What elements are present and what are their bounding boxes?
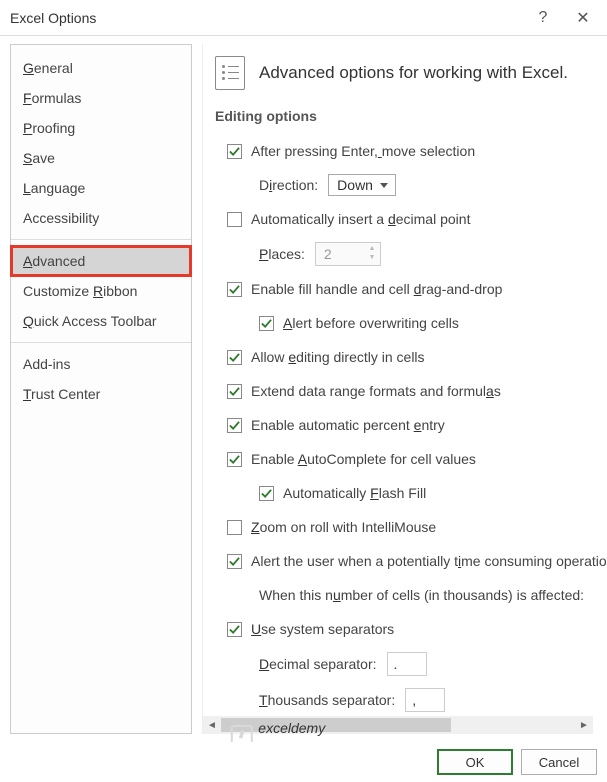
scroll-left-arrow-icon[interactable]: ◄ xyxy=(203,716,221,734)
opt-decimal-sep: Decimal separator:. xyxy=(215,652,607,676)
thousands-sep-input[interactable]: , xyxy=(405,688,445,712)
category-sidebar: GeneralFormulasProofingSaveLanguageAcces… xyxy=(10,44,192,734)
titlebar: Excel Options ? ✕ xyxy=(0,0,607,36)
checkbox[interactable] xyxy=(227,350,242,365)
opt-sys-sep: Use system separators xyxy=(215,618,607,640)
sidebar-item-save[interactable]: Save xyxy=(11,143,191,173)
decimal-sep-input[interactable]: . xyxy=(387,652,427,676)
checkbox[interactable] xyxy=(227,418,242,433)
label: Thousands separator: xyxy=(259,692,395,708)
checkbox[interactable] xyxy=(227,384,242,399)
opt-alert-overwrite: Alert before overwriting cells xyxy=(215,312,607,334)
label: Zoom on roll with IntelliMouse xyxy=(251,519,436,535)
opt-num-cells: When this number of cells (in thousands)… xyxy=(215,584,607,606)
scroll-thumb[interactable] xyxy=(221,718,451,732)
label: When this number of cells (in thousands)… xyxy=(259,587,584,603)
options-icon xyxy=(215,56,245,90)
direction-dropdown[interactable]: Down xyxy=(328,174,396,196)
opt-alert-time: Alert the user when a potentially time c… xyxy=(215,550,607,572)
dialog-footer: OK Cancel xyxy=(0,742,607,782)
checkbox[interactable] xyxy=(227,282,242,297)
scroll-right-arrow-icon[interactable]: ► xyxy=(575,716,593,734)
opt-autocomplete: Enable AutoComplete for cell values xyxy=(215,448,607,470)
horizontal-scrollbar[interactable]: ◄ ► xyxy=(203,716,593,734)
cancel-button[interactable]: Cancel xyxy=(521,749,597,775)
label: Decimal separator: xyxy=(259,656,377,672)
sidebar-separator xyxy=(11,239,191,240)
sidebar-item-add-ins[interactable]: Add-ins xyxy=(11,349,191,379)
sidebar-item-trust-center[interactable]: Trust Center xyxy=(11,379,191,409)
label: Alert before overwriting cells xyxy=(283,315,459,331)
label: Places: xyxy=(259,246,305,262)
scroll-track[interactable] xyxy=(221,716,575,734)
spin-down-icon[interactable]: ▼ xyxy=(366,254,378,263)
label: Extend data range formats and formulas xyxy=(251,383,501,399)
places-spinner[interactable]: 2▲▼ xyxy=(315,242,381,266)
spin-up-icon[interactable]: ▲ xyxy=(366,245,378,254)
sidebar-item-customize-ribbon[interactable]: Customize Ribbon xyxy=(11,276,191,306)
label: Automatically insert a decimal point xyxy=(251,211,470,227)
opt-percent-entry: Enable automatic percent entry xyxy=(215,414,607,436)
sidebar-item-advanced[interactable]: Advanced xyxy=(11,246,191,276)
checkbox[interactable] xyxy=(227,212,242,227)
sidebar-item-formulas[interactable]: Formulas xyxy=(11,83,191,113)
label: Automatically Flash Fill xyxy=(283,485,426,501)
label: Allow editing directly in cells xyxy=(251,349,425,365)
opt-extend-formats: Extend data range formats and formulas xyxy=(215,380,607,402)
section-title: Editing options xyxy=(215,108,607,126)
opt-fill-handle: Enable fill handle and cell drag-and-dro… xyxy=(215,278,607,300)
opt-thousands-sep: Thousands separator:, xyxy=(215,688,607,712)
sidebar-separator xyxy=(11,342,191,343)
close-button[interactable]: ✕ xyxy=(563,3,603,33)
checkbox[interactable] xyxy=(227,452,242,467)
label: Enable automatic percent entry xyxy=(251,417,445,433)
opt-direction: Direction: Down xyxy=(215,174,607,196)
label: Alert the user when a potentially time c… xyxy=(251,553,607,569)
opt-auto-decimal: Automatically insert a decimal point xyxy=(215,208,607,230)
ok-button[interactable]: OK xyxy=(437,749,513,775)
checkbox[interactable] xyxy=(227,520,242,535)
checkbox[interactable] xyxy=(227,622,242,637)
sidebar-item-language[interactable]: Language xyxy=(11,173,191,203)
label: After pressing Enter, move selection xyxy=(251,143,475,159)
checkbox[interactable] xyxy=(227,144,242,159)
page-heading: Advanced options for working with Excel. xyxy=(259,63,568,83)
page-header: Advanced options for working with Excel. xyxy=(215,56,607,90)
sidebar-item-accessibility[interactable]: Accessibility xyxy=(11,203,191,233)
opt-zoom-roll: Zoom on roll with IntelliMouse xyxy=(215,516,607,538)
label: Direction: xyxy=(259,177,318,193)
content-area: GeneralFormulasProofingSaveLanguageAcces… xyxy=(0,36,607,742)
checkbox[interactable] xyxy=(259,486,274,501)
main-panel: Advanced options for working with Excel.… xyxy=(202,44,607,734)
help-button[interactable]: ? xyxy=(523,3,563,33)
opt-flash-fill: Automatically Flash Fill xyxy=(215,482,607,504)
scroll-area[interactable]: Advanced options for working with Excel.… xyxy=(203,44,607,716)
sidebar-item-quick-access-toolbar[interactable]: Quick Access Toolbar xyxy=(11,306,191,336)
opt-after-enter: After pressing Enter, move selection xyxy=(215,140,607,162)
checkbox[interactable] xyxy=(259,316,274,331)
sidebar-item-proofing[interactable]: Proofing xyxy=(11,113,191,143)
sidebar-item-general[interactable]: General xyxy=(11,53,191,83)
opt-places: Places: 2▲▼ xyxy=(215,242,607,266)
dialog-title: Excel Options xyxy=(10,10,523,26)
label: Use system separators xyxy=(251,621,394,637)
opt-allow-edit: Allow editing directly in cells xyxy=(215,346,607,368)
label: Enable AutoComplete for cell values xyxy=(251,451,476,467)
checkbox[interactable] xyxy=(227,554,242,569)
label: Enable fill handle and cell drag-and-dro… xyxy=(251,281,502,297)
